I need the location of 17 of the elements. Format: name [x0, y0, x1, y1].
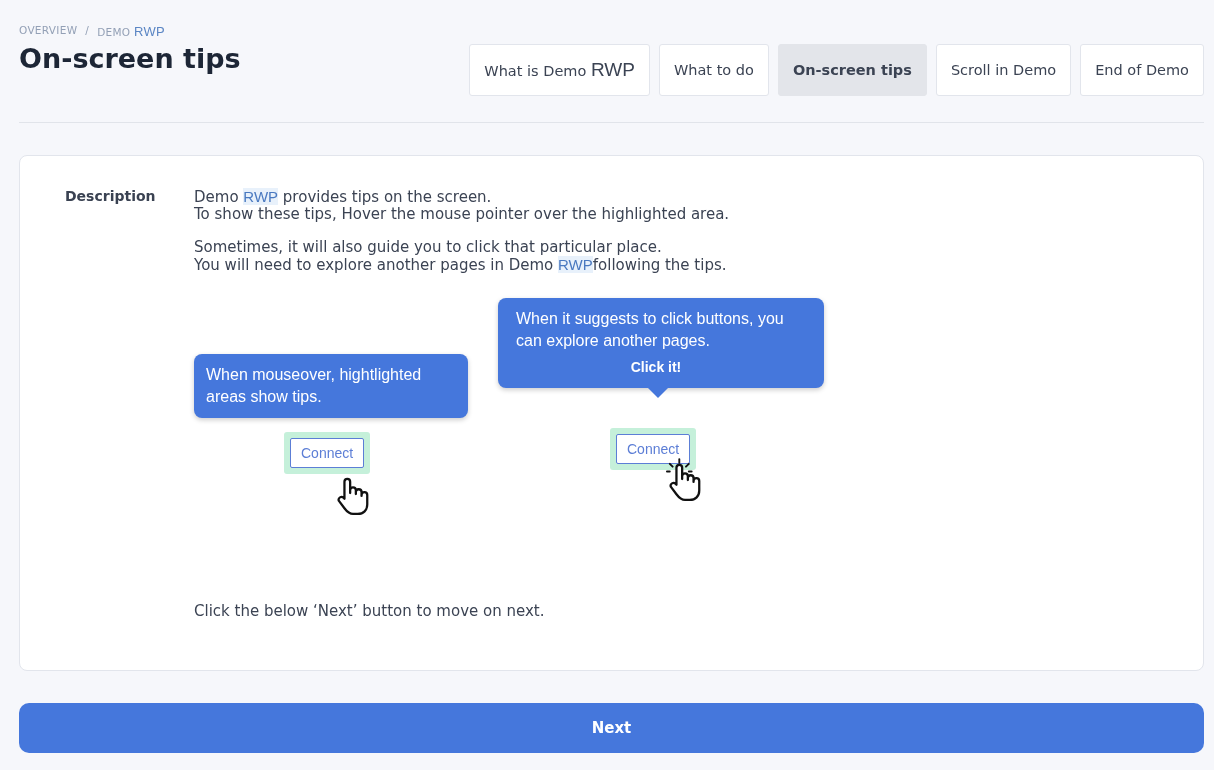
tab[interactable]: What is Demo RWP [469, 44, 650, 96]
breadcrumb-item: OVERVIEW [19, 24, 78, 38]
description-paragraph: Sometimes, it will also guide you to click that particular place. You will need to explore another pages in Demo RWPfollowing the tips. [194, 239, 728, 274]
next-button[interactable]: Next [19, 703, 1204, 753]
tab[interactable]: On-screen tips [777, 44, 927, 96]
section-label: Description [65, 188, 157, 206]
tooltip-text: Click it! [629, 358, 683, 377]
description-paragraph: Demo RWP provides tips on the screen. To show these tips, Hover the mouse pointer over the highlighted area. [194, 188, 731, 223]
tooltip-text: When it suggests to click buttons, you can explore another pages. [516, 309, 785, 351]
tooltip-text: When mouseover, hightlighted areas show tips. [206, 365, 423, 407]
tab[interactable]: What to do [658, 44, 769, 96]
tab[interactable]: End of Demo [1080, 44, 1204, 96]
page-title: On-screen tips [19, 43, 241, 74]
breadcrumb-item: DEMO RWP [97, 24, 166, 39]
instruction-text: Click the below ‘Next’ button to move on next. [194, 601, 546, 620]
breadcrumb-item: / [85, 24, 90, 38]
tab[interactable]: Scroll in Demo [935, 44, 1072, 96]
